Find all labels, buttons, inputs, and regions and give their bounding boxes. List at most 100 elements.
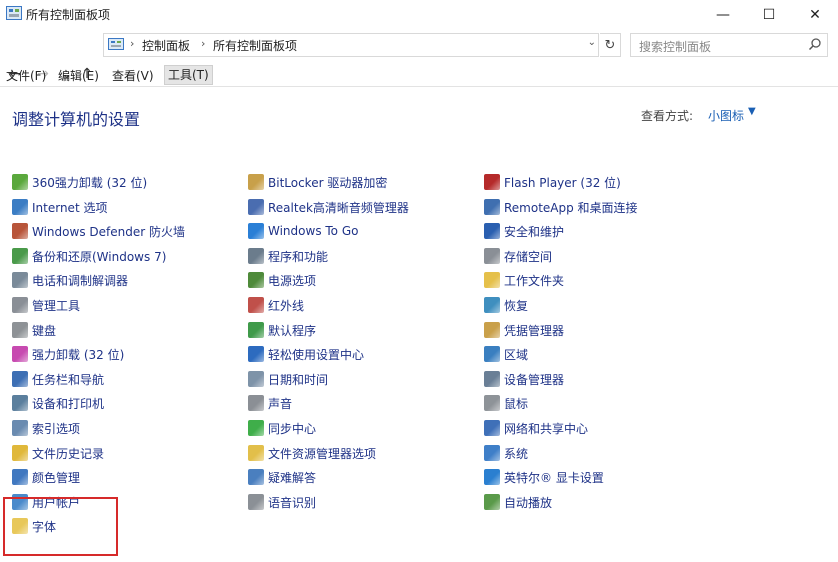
control-panel-item[interactable]: 任务栏和导航 (12, 369, 104, 389)
control-panel-item[interactable]: 存储空间 (484, 246, 552, 266)
chevron-down-icon[interactable]: ⌄ (588, 37, 596, 48)
minimize-button[interactable]: — (700, 0, 746, 30)
realtek-audio-icon (248, 199, 264, 215)
control-panel-item[interactable]: 键盘 (12, 320, 56, 340)
taskbar-icon (12, 371, 28, 387)
control-panel-item[interactable]: 程序和功能 (248, 246, 328, 266)
control-panel-item[interactable]: Windows Defender 防火墙 (12, 221, 185, 241)
refresh-button[interactable]: ↻ (600, 33, 621, 57)
control-panel-item[interactable]: Internet 选项 (12, 197, 107, 217)
control-panel-item[interactable]: 电源选项 (248, 270, 316, 290)
troubleshooting-icon (248, 469, 264, 485)
control-panel-item-label: 恢复 (504, 298, 529, 313)
control-panel-item[interactable]: 强力卸载 (32 位) (12, 344, 124, 364)
search-input[interactable]: 搜索控制面板 (630, 33, 828, 57)
view-by-dropdown[interactable]: 小图标 (708, 107, 744, 124)
breadcrumb-all-items[interactable]: 所有控制面板项 (213, 37, 297, 54)
control-panel-item-label: 设备和打印机 (32, 396, 105, 411)
file-history-icon (12, 445, 28, 461)
control-panel-item[interactable]: 红外线 (248, 295, 304, 315)
control-panel-icon (108, 38, 124, 50)
control-panel-item-label: 默认程序 (268, 323, 317, 338)
control-panel-item[interactable]: 日期和时间 (248, 369, 328, 389)
control-panel-item-label: 存储空间 (504, 249, 553, 264)
control-panel-item[interactable]: 设备管理器 (484, 369, 564, 389)
control-panel-item-label: Realtek高清晰音频管理器 (268, 200, 409, 215)
control-panel-item-label: 自动播放 (504, 495, 553, 510)
control-panel-item[interactable]: 颜色管理 (12, 467, 80, 487)
control-panel-item-label: 疑难解答 (268, 470, 317, 485)
control-panel-item-label: 电话和调制解调器 (32, 273, 129, 288)
control-panel-item[interactable]: 文件资源管理器选项 (248, 443, 376, 463)
power-options-icon (248, 272, 264, 288)
date-time-icon (248, 371, 264, 387)
control-panel-item[interactable]: RemoteApp 和桌面连接 (484, 197, 638, 217)
highlight-box (3, 497, 118, 556)
indexing-icon (12, 420, 28, 436)
devices-printers-icon (12, 395, 28, 411)
menu-bar: 文件(F) 编辑(E) 查看(V) 工具(T) (0, 64, 838, 86)
chevron-right-icon[interactable]: › (130, 37, 134, 50)
control-panel-item[interactable]: 备份和还原(Windows 7) (12, 246, 166, 266)
window-title: 所有控制面板项 (26, 8, 111, 22)
close-button[interactable]: ✕ (792, 0, 838, 30)
control-panel-item[interactable]: 凭据管理器 (484, 320, 564, 340)
control-panel-item[interactable]: 英特尔® 显卡设置 (484, 467, 604, 487)
control-panel-item[interactable]: 索引选项 (12, 418, 80, 438)
control-panel-item-label: Flash Player (32 位) (504, 175, 621, 190)
control-panel-item[interactable]: BitLocker 驱动器加密 (248, 172, 387, 192)
keyboard-icon (12, 322, 28, 338)
maximize-button[interactable]: ☐ (746, 0, 792, 30)
control-panel-item[interactable]: 同步中心 (248, 418, 316, 438)
control-panel-item[interactable]: 区域 (484, 344, 528, 364)
control-panel-item-label: Internet 选项 (32, 200, 108, 215)
control-panel-item[interactable]: 文件历史记录 (12, 443, 104, 463)
control-panel-item-label: 备份和还原(Windows 7) (32, 249, 167, 264)
control-panel-item-label: 日期和时间 (268, 372, 329, 387)
control-panel-item[interactable]: 360强力卸载 (32 位) (12, 172, 147, 192)
menu-view[interactable]: 查看(V) (112, 67, 154, 84)
remoteapp-icon (484, 199, 500, 215)
control-panel-item[interactable]: 管理工具 (12, 295, 80, 315)
region-icon (484, 346, 500, 362)
control-panel-item[interactable]: 疑难解答 (248, 467, 316, 487)
control-panel-item[interactable]: Realtek高清晰音频管理器 (248, 197, 409, 217)
control-panel-item[interactable]: 鼠标 (484, 393, 528, 413)
menu-file[interactable]: 文件(F) (6, 67, 46, 84)
control-panel-item[interactable]: 系统 (484, 443, 528, 463)
control-panel-item[interactable]: Flash Player (32 位) (484, 172, 621, 192)
control-panel-item[interactable]: 网络和共享中心 (484, 418, 588, 438)
control-panel-item[interactable]: 设备和打印机 (12, 393, 104, 413)
control-panel-item-label: 键盘 (32, 323, 57, 338)
control-panel-item-label: 索引选项 (32, 421, 81, 436)
storage-spaces-icon (484, 248, 500, 264)
menu-edit[interactable]: 编辑(E) (58, 67, 99, 84)
control-panel-item[interactable]: 电话和调制解调器 (12, 270, 128, 290)
control-panel-item-label: 文件历史记录 (32, 446, 105, 461)
control-panel-item[interactable]: 轻松使用设置中心 (248, 344, 364, 364)
power-uninstall-icon (12, 346, 28, 362)
control-panel-item[interactable]: 声音 (248, 393, 292, 413)
control-panel-item-label: 安全和维护 (504, 224, 565, 239)
control-panel-item[interactable]: Windows To Go (248, 221, 358, 241)
divider (0, 86, 838, 87)
bitlocker-icon (248, 174, 264, 190)
control-panel-item[interactable]: 恢复 (484, 295, 528, 315)
sound-icon (248, 395, 264, 411)
caret-down-icon[interactable]: ▼ (748, 106, 756, 117)
menu-tools[interactable]: 工具(T) (164, 65, 213, 85)
search-icon[interactable] (808, 37, 822, 51)
control-panel-item[interactable]: 自动播放 (484, 492, 552, 512)
breadcrumb-control-panel[interactable]: 控制面板 (142, 37, 190, 54)
control-panel-item[interactable]: 语音识别 (248, 492, 316, 512)
control-panel-item[interactable]: 默认程序 (248, 320, 316, 340)
address-field[interactable]: › 控制面板 › 所有控制面板项 ⌄ (103, 33, 599, 57)
chevron-right-icon[interactable]: › (201, 37, 205, 50)
control-panel-item[interactable]: 安全和维护 (484, 221, 564, 241)
control-panel-icon (6, 6, 22, 20)
network-icon (484, 420, 500, 436)
control-panel-item[interactable]: 工作文件夹 (484, 270, 564, 290)
phone-modem-icon (12, 272, 28, 288)
programs-icon (248, 248, 264, 264)
control-panel-item-label: 轻松使用设置中心 (268, 347, 365, 362)
